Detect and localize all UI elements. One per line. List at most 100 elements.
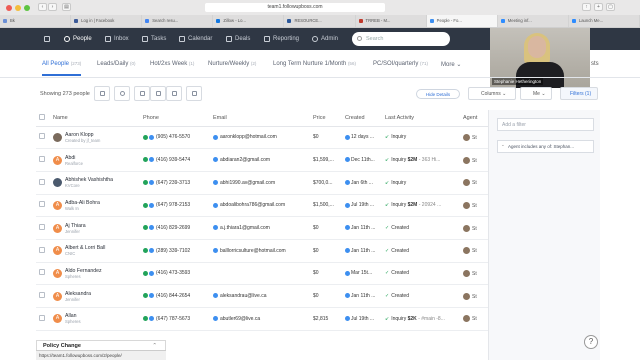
row-checkbox[interactable]: [39, 246, 45, 253]
row-checkbox[interactable]: [39, 269, 45, 276]
email-action-button[interactable]: [94, 86, 110, 101]
nav-admin[interactable]: Admin: [312, 28, 338, 50]
email-link[interactable]: balllorricsulture@hotmail.com: [220, 248, 286, 254]
layers-logo-icon[interactable]: [44, 28, 50, 50]
email-link[interactable]: abdiaran2@gmail.com: [220, 157, 270, 163]
back-icon[interactable]: ‹: [38, 3, 47, 11]
call-icon[interactable]: [143, 179, 148, 185]
table-row[interactable]: Aaron Klopp Created by jf_team (905) 476-5…: [36, 126, 488, 150]
export-action-button[interactable]: [186, 86, 202, 101]
row-checkbox[interactable]: [39, 178, 45, 185]
phone-number[interactable]: (647) 978-2153: [156, 202, 190, 208]
columns-dropdown[interactable]: Columns ⌄: [468, 87, 516, 100]
column-header-phone[interactable]: Phone: [140, 110, 210, 127]
nav-inbox[interactable]: Inbox: [105, 28, 129, 50]
tab-nurture-weekly[interactable]: Nurture/Weekly (2): [208, 61, 256, 67]
text-icon[interactable]: [149, 202, 154, 208]
assign-action-button[interactable]: [134, 86, 150, 101]
call-icon[interactable]: [143, 134, 148, 140]
nav-calendar[interactable]: Calendar: [179, 28, 212, 50]
table-row[interactable]: A Allan Spheres (647) 787-5673 abutler69@liv…: [36, 307, 488, 331]
nav-deals[interactable]: Deals: [226, 28, 250, 50]
row-checkbox[interactable]: [39, 201, 45, 208]
table-row[interactable]: A Abdi Realforce (416) 939-5474 abdiaran2@gm…: [36, 148, 488, 172]
browser-tab[interactable]: Zillow - Lo...: [213, 15, 285, 27]
agent-filter-chip[interactable]: Agent includes any of: Stephan...: [497, 140, 594, 153]
tab-overview-icon[interactable]: ▢: [606, 3, 615, 11]
phone-number[interactable]: (416) 829-2699: [156, 225, 190, 231]
filters-button[interactable]: Filters (1): [560, 87, 598, 100]
column-header-name[interactable]: Name: [50, 110, 140, 127]
nav-tasks[interactable]: Tasks: [142, 28, 166, 50]
text-icon[interactable]: [149, 157, 154, 163]
call-icon[interactable]: [143, 270, 148, 276]
table-row[interactable]: A Aj Thiara Jennifer (416) 829-2699 a.j.thia…: [36, 216, 488, 240]
tag-action-button[interactable]: [150, 86, 166, 101]
row-checkbox[interactable]: [39, 133, 45, 140]
column-header-agent[interactable]: Agent: [460, 110, 488, 127]
email-link[interactable]: abhi1990.av@gmail.com: [220, 180, 275, 186]
person-name-link[interactable]: Aj Thiara: [65, 223, 86, 229]
browser-tab[interactable]: Meeting inf...: [497, 15, 569, 27]
text-icon[interactable]: [149, 134, 154, 140]
hide-details-toggle[interactable]: Hide Details: [416, 89, 460, 99]
call-icon[interactable]: [143, 316, 148, 322]
call-action-button[interactable]: [114, 86, 130, 101]
column-header-price[interactable]: Price: [310, 110, 342, 127]
email-link[interactable]: abutler69@live.ca: [220, 316, 260, 322]
row-checkbox[interactable]: [39, 224, 45, 231]
table-row[interactable]: A Aldo Fernandez Spheres (416) 473-3593 $0 Ma…: [36, 262, 488, 286]
owner-dropdown[interactable]: Me ⌄: [520, 87, 552, 100]
maximize-window-icon[interactable]: [24, 5, 30, 11]
table-row[interactable]: A Adba-Ali Bohra Walk In (647) 978-2153 abdo…: [36, 194, 488, 218]
column-header-created[interactable]: Created: [342, 110, 382, 127]
tab-all-people[interactable]: All People (273): [42, 61, 82, 76]
table-row[interactable]: A Aleksandra Jennifer (416) 844-2654 aleksan…: [36, 284, 488, 308]
email-link[interactable]: aleksandrau@live.ca: [220, 293, 267, 299]
call-icon[interactable]: [143, 157, 148, 163]
address-bar[interactable]: team1.followupboss.com: [205, 3, 385, 12]
tab-leads-daily[interactable]: Leads/Daily (0): [97, 61, 136, 67]
sidebar-icon[interactable]: ▤: [62, 3, 71, 11]
email-link[interactable]: a.j.thiara1@gmail.com: [220, 225, 270, 231]
phone-number[interactable]: (289) 339-7102: [156, 248, 190, 254]
minimize-window-icon[interactable]: [15, 5, 21, 11]
email-link[interactable]: abdoalibohra786@gmail.com: [220, 202, 285, 208]
tab-hot-2xs-week[interactable]: Hot/2xs Week (1): [150, 61, 194, 67]
table-row[interactable]: Abhishek Vashishtha KVCore (647) 239-3713 a…: [36, 171, 488, 195]
row-checkbox[interactable]: [39, 314, 45, 321]
text-icon[interactable]: [149, 247, 154, 253]
forward-icon[interactable]: ›: [48, 3, 57, 11]
help-button[interactable]: ?: [584, 335, 598, 349]
phone-number[interactable]: (647) 787-5673: [156, 316, 190, 322]
text-icon[interactable]: [149, 316, 154, 322]
call-icon[interactable]: [143, 202, 148, 208]
tab-more[interactable]: More ⌄: [441, 61, 461, 68]
phone-number[interactable]: (416) 939-5474: [156, 157, 190, 163]
share-icon[interactable]: ↑: [582, 3, 591, 11]
nav-reporting[interactable]: Reporting: [264, 28, 299, 50]
row-checkbox[interactable]: [39, 156, 45, 163]
table-row[interactable]: A Albert & Lorri Ball CNIC (289) 339-7102 ba…: [36, 239, 488, 263]
browser-tab-active[interactable]: People - Fo...: [426, 15, 498, 27]
person-name-link[interactable]: Aleksandra: [65, 291, 91, 297]
phone-number[interactable]: (416) 473-3593: [156, 270, 190, 276]
search-input[interactable]: Search: [352, 32, 450, 46]
phone-number[interactable]: (905) 476-5570: [156, 134, 190, 140]
browser-tab[interactable]: Log in | Facebook: [71, 15, 143, 27]
select-all-checkbox[interactable]: [39, 113, 45, 120]
tab-long-term-nurture[interactable]: Long Term Nurture 1/Month (56): [273, 61, 356, 67]
email-link[interactable]: aaronklopp@hotmail.com: [220, 134, 277, 140]
delete-action-button[interactable]: [166, 86, 182, 101]
call-icon[interactable]: [143, 293, 148, 299]
phone-number[interactable]: (647) 239-3713: [156, 180, 190, 186]
browser-tab[interactable]: Bk: [0, 15, 72, 27]
browser-tab[interactable]: Search resu...: [142, 15, 214, 27]
text-icon[interactable]: [149, 179, 154, 185]
call-icon[interactable]: [143, 225, 148, 231]
browser-tab[interactable]: RESOURCE...: [284, 15, 356, 27]
column-header-last-activity[interactable]: Last Activity: [382, 110, 460, 127]
close-window-icon[interactable]: [6, 5, 12, 11]
new-tab-icon[interactable]: +: [594, 3, 603, 11]
browser-tab[interactable]: TRREB - M...: [355, 15, 427, 27]
